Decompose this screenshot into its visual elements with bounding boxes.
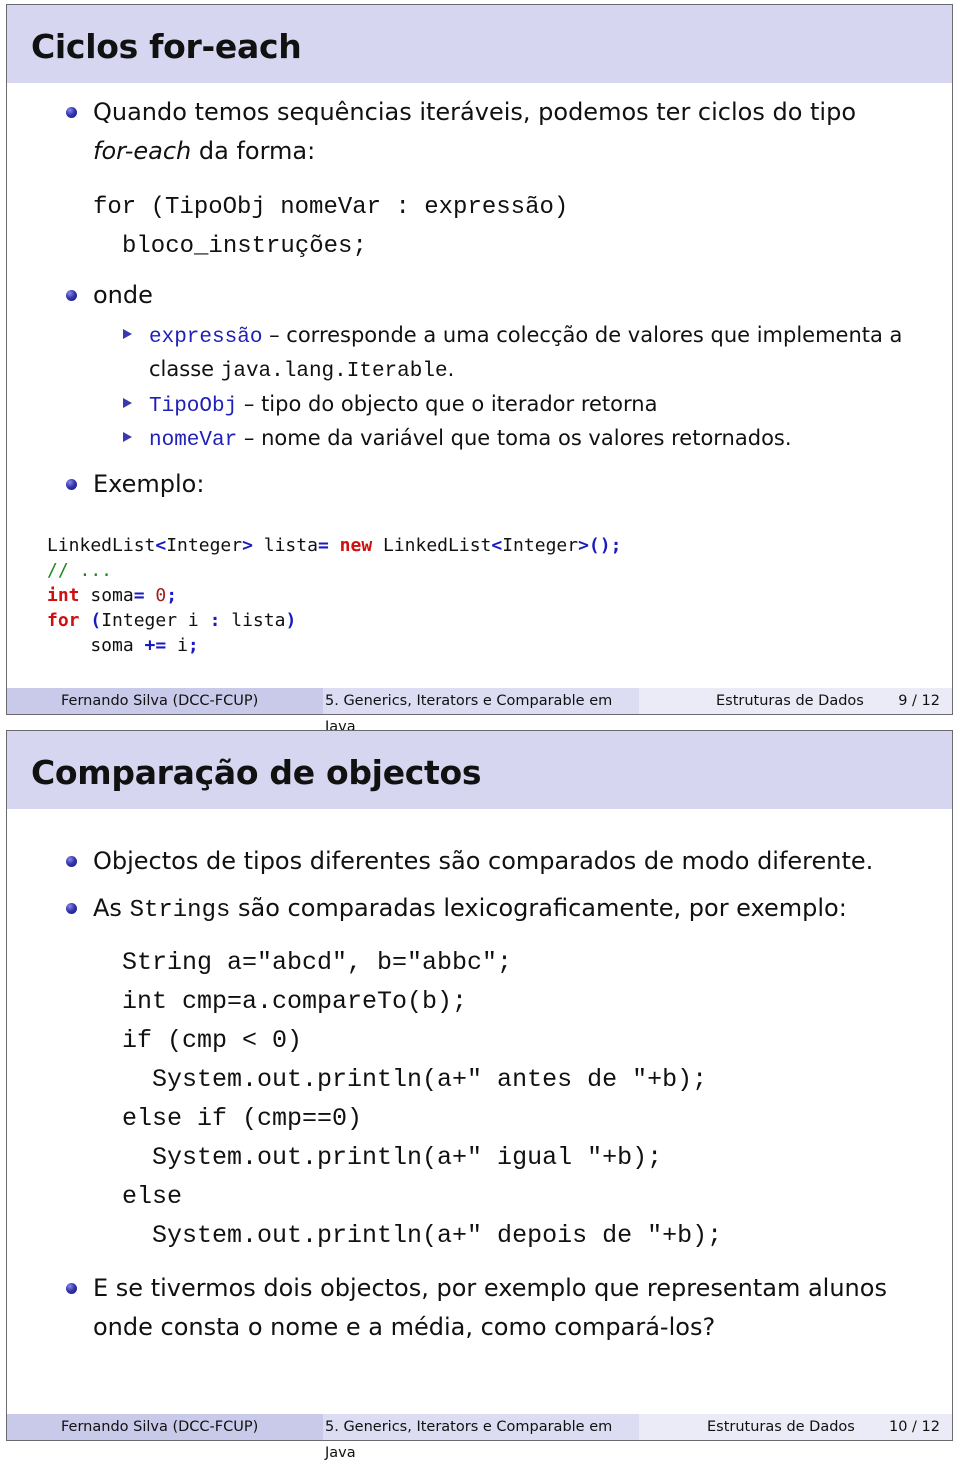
bullet-text: onde xyxy=(93,281,153,309)
example-code-block: LinkedList<Integer> lista= new LinkedLis… xyxy=(47,533,621,658)
bullet-icon xyxy=(66,479,77,490)
sub-item-term: TipoObj xyxy=(149,395,238,418)
bullet-text-rest: da forma: xyxy=(191,137,316,165)
bullet-icon xyxy=(66,856,77,867)
code-line: else if (cmp==0) xyxy=(122,1104,363,1133)
code-line: System.out.println(a+" igual "+b); xyxy=(122,1143,663,1172)
sub-item-expressao-continued: classe java.lang.Iterable. xyxy=(149,352,454,389)
bullet-icon xyxy=(66,107,77,118)
footer-author-text: Fernando Silva (DCC-FCUP) xyxy=(61,693,259,709)
slide-10: Comparação de objectos Objectos de tipos… xyxy=(6,730,953,1461)
triangle-bullet-icon xyxy=(123,329,132,339)
triangle-bullet-icon xyxy=(123,398,132,408)
bullet-icon xyxy=(66,903,77,914)
sub-item-expressao: expressão – corresponde a uma colecção d… xyxy=(149,318,902,355)
footer-topic-text: 5. Generics, Iterators e Comparable em J… xyxy=(325,1419,613,1461)
for-each-term: for-each xyxy=(93,137,192,165)
slide-title: Ciclos for-each xyxy=(31,27,302,66)
page-number: 9 / 12 xyxy=(898,693,940,709)
bullet-text: E se tivermos dois objectos, por exemplo… xyxy=(93,1274,887,1302)
footer-course-text: Estruturas de Dados xyxy=(707,1419,855,1435)
sub-item-text: classe xyxy=(149,357,221,381)
bullet-text-continued: for-each da forma: xyxy=(93,132,315,171)
code-line-4: for (Integer i : lista) xyxy=(47,610,297,631)
code-line-1: LinkedList<Integer> lista= new LinkedLis… xyxy=(47,535,622,556)
bullet-text: Quando temos sequências iteráveis, podem… xyxy=(93,98,857,126)
code-line: int cmp=a.compareTo(b); xyxy=(122,987,468,1016)
code-line: if (cmp < 0) xyxy=(122,1026,303,1055)
bullet-icon xyxy=(66,1283,77,1294)
bullet-text: Objectos de tipos diferentes são compara… xyxy=(93,847,874,875)
syntax-line-2: bloco_instruções; xyxy=(122,233,367,260)
sub-item-text: nome da variável que toma os valores ret… xyxy=(261,426,792,450)
footer-author-text: Fernando Silva (DCC-FCUP) xyxy=(61,1419,259,1435)
bullet-text-prefix: As xyxy=(93,894,130,922)
strings-code: Strings xyxy=(129,897,231,924)
slide-9: Ciclos for-each Quando temos sequências … xyxy=(6,4,953,735)
slide-title-bar: Comparação de objectos xyxy=(7,731,952,809)
slide-title: Comparação de objectos xyxy=(31,753,482,792)
sub-item-term: expressão xyxy=(149,326,263,349)
dash: – xyxy=(237,392,262,416)
code-line: String a="abcd", b="abbc"; xyxy=(122,948,513,977)
code-line-5: soma += i; xyxy=(47,635,199,656)
footer-author: Fernando Silva (DCC-FCUP) xyxy=(7,1414,323,1440)
footer-topic: 5. Generics, Iterators e Comparable em J… xyxy=(323,688,639,735)
sub-item-tipoobj: TipoObj – tipo do objecto que o iterador… xyxy=(149,387,657,424)
footer-course-text: Estruturas de Dados xyxy=(716,693,864,709)
sub-item-text: tipo do objecto que o iterador retorna xyxy=(261,392,658,416)
footer-topic: 5. Generics, Iterators e Comparable em J… xyxy=(323,1414,639,1461)
bullet-icon xyxy=(66,290,77,301)
syntax-line-1: for (TipoObj nomeVar : expressão) xyxy=(93,194,569,221)
footer-author: Fernando Silva (DCC-FCUP) xyxy=(7,688,323,714)
page-number: 10 / 12 xyxy=(888,1419,940,1435)
slide-footer: Fernando Silva (DCC-FCUP) 5. Generics, I… xyxy=(7,688,952,735)
bullet-text-rest: são comparadas lexicograficamente, por e… xyxy=(230,894,847,922)
code-line: System.out.println(a+" antes de "+b); xyxy=(122,1065,708,1094)
footer-course: Estruturas de Dados 9 / 12 xyxy=(639,688,952,714)
comparison-code-block: String a="abcd", b="abbc"; int cmp=a.comp… xyxy=(122,943,722,1255)
footer-course: Estruturas de Dados 10 / 12 xyxy=(639,1414,952,1440)
sub-item-term: nomeVar xyxy=(149,429,238,452)
sub-item-text: corresponde a uma colecção de valores qu… xyxy=(286,323,903,347)
code-line: System.out.println(a+" depois de "+b); xyxy=(122,1221,723,1250)
code-line: else xyxy=(122,1182,183,1211)
bullet-text: As Strings são comparadas lexicograficam… xyxy=(93,889,847,930)
sub-item-nomevar: nomeVar – nome da variável que toma os v… xyxy=(149,421,792,458)
dash: – xyxy=(262,323,287,347)
slide-title-bar: Ciclos for-each xyxy=(7,5,952,83)
bullet-text-continued: onde consta o nome e a média, como compa… xyxy=(93,1313,716,1341)
code-line-3: int soma= 0; xyxy=(47,585,178,606)
triangle-bullet-icon xyxy=(123,432,132,442)
iterable-class-code: java.lang.Iterable xyxy=(220,360,448,383)
dash: – xyxy=(237,426,262,450)
period: . xyxy=(447,357,455,381)
slide-footer: Fernando Silva (DCC-FCUP) 5. Generics, I… xyxy=(7,1414,952,1461)
code-line-2: // ... xyxy=(47,560,113,581)
bullet-text: Exemplo: xyxy=(93,470,205,498)
